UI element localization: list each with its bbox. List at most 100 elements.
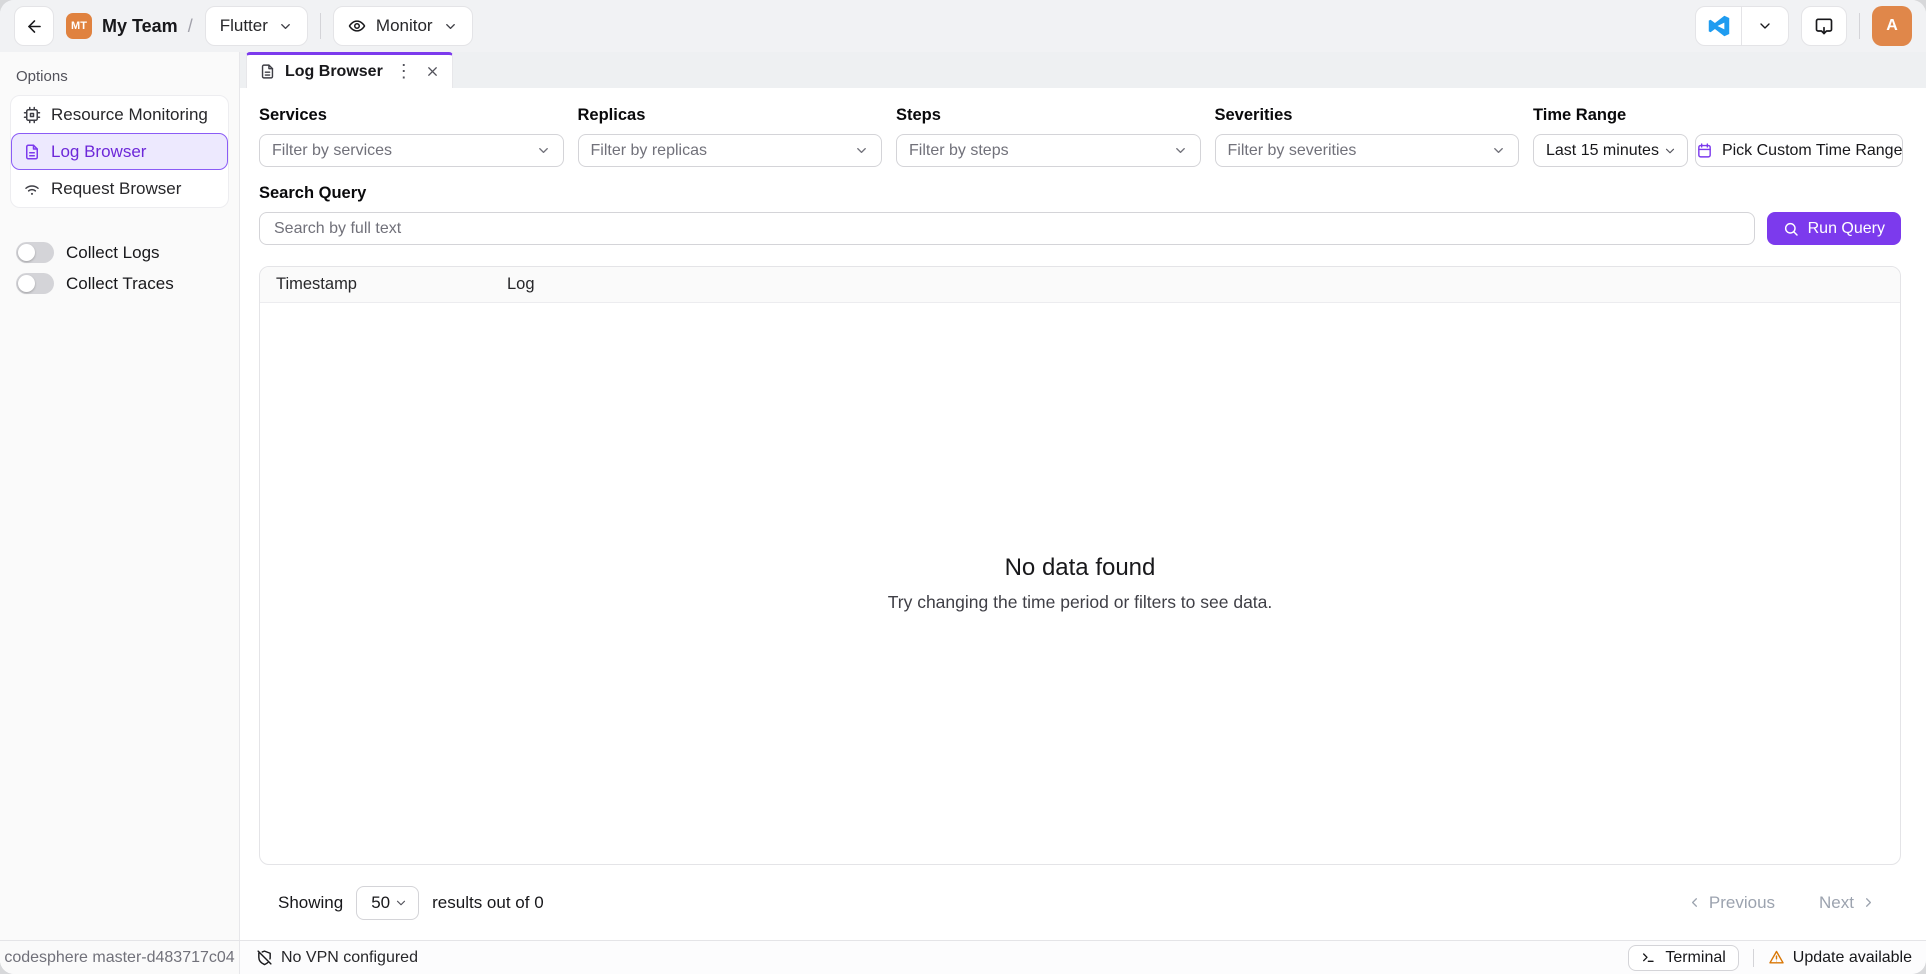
- sidebar-nav: Resource Monitoring Log Browser Request …: [10, 95, 229, 208]
- replicas-label: Replicas: [578, 106, 883, 125]
- arrow-left-icon: [25, 17, 44, 36]
- open-vscode-button[interactable]: [1696, 7, 1742, 45]
- open-external-button[interactable]: [1801, 6, 1847, 46]
- team-avatar: MT: [66, 13, 92, 39]
- search-input[interactable]: [259, 212, 1755, 245]
- severities-label: Severities: [1215, 106, 1520, 125]
- previous-page-label: Previous: [1709, 893, 1775, 913]
- chevron-down-icon: [278, 19, 293, 34]
- toggle-label: Collect Traces: [66, 274, 174, 294]
- statusbar-divider: [1753, 949, 1754, 967]
- mode-dropdown-label: Monitor: [376, 16, 433, 36]
- log-results-table: Timestamp Log No data found Try changing…: [259, 266, 1901, 865]
- collect-traces-toggle[interactable]: Collect Traces: [16, 273, 223, 294]
- log-browser-panel: Services Filter by services Replicas Fil…: [240, 88, 1926, 940]
- topbar-actions: A: [1695, 6, 1912, 46]
- editor-launch-split-button: [1695, 6, 1789, 46]
- sidebar-item-label: Request Browser: [51, 179, 181, 199]
- chevron-right-icon: [1861, 895, 1876, 910]
- page-size-value: 50: [371, 893, 390, 913]
- tab-menu-icon[interactable]: ⋮: [392, 61, 416, 82]
- cpu-icon: [23, 106, 41, 124]
- run-query-button[interactable]: Run Query: [1767, 212, 1901, 245]
- sidebar-item-request-browser[interactable]: Request Browser: [11, 170, 228, 207]
- page-size-select[interactable]: 50: [356, 886, 419, 920]
- vscode-icon: [1708, 15, 1730, 37]
- run-query-label: Run Query: [1808, 220, 1885, 238]
- update-available-button[interactable]: Update available: [1768, 949, 1912, 967]
- terminal-button[interactable]: Terminal: [1628, 945, 1738, 971]
- services-filter-select[interactable]: Filter by services: [259, 134, 564, 167]
- time-range-select[interactable]: Last 15 minutes: [1533, 134, 1688, 167]
- showing-label: Showing: [278, 893, 343, 913]
- tab-log-browser[interactable]: Log Browser ⋮: [246, 52, 453, 88]
- tab-title: Log Browser: [285, 63, 383, 81]
- services-filter-placeholder: Filter by services: [272, 142, 528, 160]
- results-count-label: results out of 0: [432, 893, 544, 913]
- topbar-divider: [1859, 13, 1860, 39]
- steps-filter-placeholder: Filter by steps: [909, 142, 1165, 160]
- chevron-down-icon: [536, 143, 551, 158]
- sidebar-item-label: Resource Monitoring: [51, 105, 208, 125]
- tabstrip: Log Browser ⋮: [240, 52, 1926, 88]
- steps-filter-select[interactable]: Filter by steps: [896, 134, 1201, 167]
- breadcrumb-separator: /: [188, 16, 193, 37]
- document-icon: [259, 63, 276, 80]
- time-range-value: Last 15 minutes: [1546, 142, 1659, 160]
- wifi-icon: [23, 180, 41, 198]
- replicas-filter-placeholder: Filter by replicas: [591, 142, 847, 160]
- search-query-label: Search Query: [259, 184, 1901, 203]
- eye-icon: [348, 17, 366, 35]
- empty-state: No data found Try changing the time peri…: [260, 303, 1900, 864]
- severities-filter-select[interactable]: Filter by severities: [1215, 134, 1520, 167]
- search-icon: [1783, 221, 1799, 237]
- mode-dropdown[interactable]: Monitor: [333, 6, 473, 46]
- editor-options-button[interactable]: [1742, 7, 1788, 45]
- next-page-button[interactable]: Next: [1819, 893, 1876, 913]
- statusbar: codesphere master-d483717c04 No VPN conf…: [0, 940, 1926, 974]
- steps-label: Steps: [896, 106, 1201, 125]
- update-available-label: Update available: [1793, 949, 1912, 967]
- workspace-dropdown[interactable]: Flutter: [205, 6, 308, 46]
- sidebar-header: Options: [0, 52, 239, 95]
- sidebar: Options Resource Monitoring Log Browser: [0, 52, 240, 940]
- topbar: MT My Team / Flutter Monitor: [0, 0, 1926, 52]
- chevron-down-icon: [394, 896, 408, 910]
- calendar-icon: [1696, 142, 1713, 159]
- pick-custom-time-range-button[interactable]: Pick Custom Time Range: [1695, 134, 1904, 167]
- next-page-label: Next: [1819, 893, 1854, 913]
- team-name[interactable]: My Team: [102, 16, 178, 37]
- terminal-label: Terminal: [1665, 949, 1725, 967]
- toggle-switch-off[interactable]: [16, 273, 54, 294]
- breadcrumb: MT My Team /: [66, 13, 193, 39]
- back-button[interactable]: [14, 6, 54, 46]
- chevron-down-icon: [1757, 18, 1773, 34]
- replicas-filter-select[interactable]: Filter by replicas: [578, 134, 883, 167]
- time-range-label: Time Range: [1533, 106, 1901, 125]
- sidebar-item-resource-monitoring[interactable]: Resource Monitoring: [11, 96, 228, 133]
- warning-triangle-icon: [1768, 949, 1785, 966]
- toggle-switch-off[interactable]: [16, 242, 54, 263]
- sidebar-item-log-browser[interactable]: Log Browser: [11, 133, 228, 170]
- chevron-left-icon: [1687, 895, 1702, 910]
- chevron-down-icon: [443, 19, 458, 34]
- close-icon[interactable]: [425, 64, 440, 79]
- topbar-divider: [320, 13, 321, 39]
- services-label: Services: [259, 106, 564, 125]
- pick-custom-time-range-label: Pick Custom Time Range: [1722, 142, 1903, 160]
- empty-state-title: No data found: [1005, 554, 1156, 582]
- previous-page-button[interactable]: Previous: [1687, 893, 1775, 913]
- statusbar-actions: Terminal Update available: [1628, 945, 1926, 971]
- shield-slash-icon: [256, 949, 273, 966]
- vpn-status: No VPN configured: [240, 949, 418, 967]
- user-avatar[interactable]: A: [1872, 6, 1912, 46]
- sidebar-item-label: Log Browser: [51, 142, 146, 162]
- table-header: Timestamp Log: [260, 267, 1900, 303]
- chevron-down-icon: [1663, 144, 1677, 158]
- filters-row: Services Filter by services Replicas Fil…: [259, 106, 1901, 167]
- column-header-log: Log: [507, 275, 1900, 294]
- workspace-dropdown-label: Flutter: [220, 16, 268, 36]
- collect-logs-toggle[interactable]: Collect Logs: [16, 242, 223, 263]
- chevron-down-icon: [854, 143, 869, 158]
- empty-state-subtitle: Try changing the time period or filters …: [888, 592, 1273, 613]
